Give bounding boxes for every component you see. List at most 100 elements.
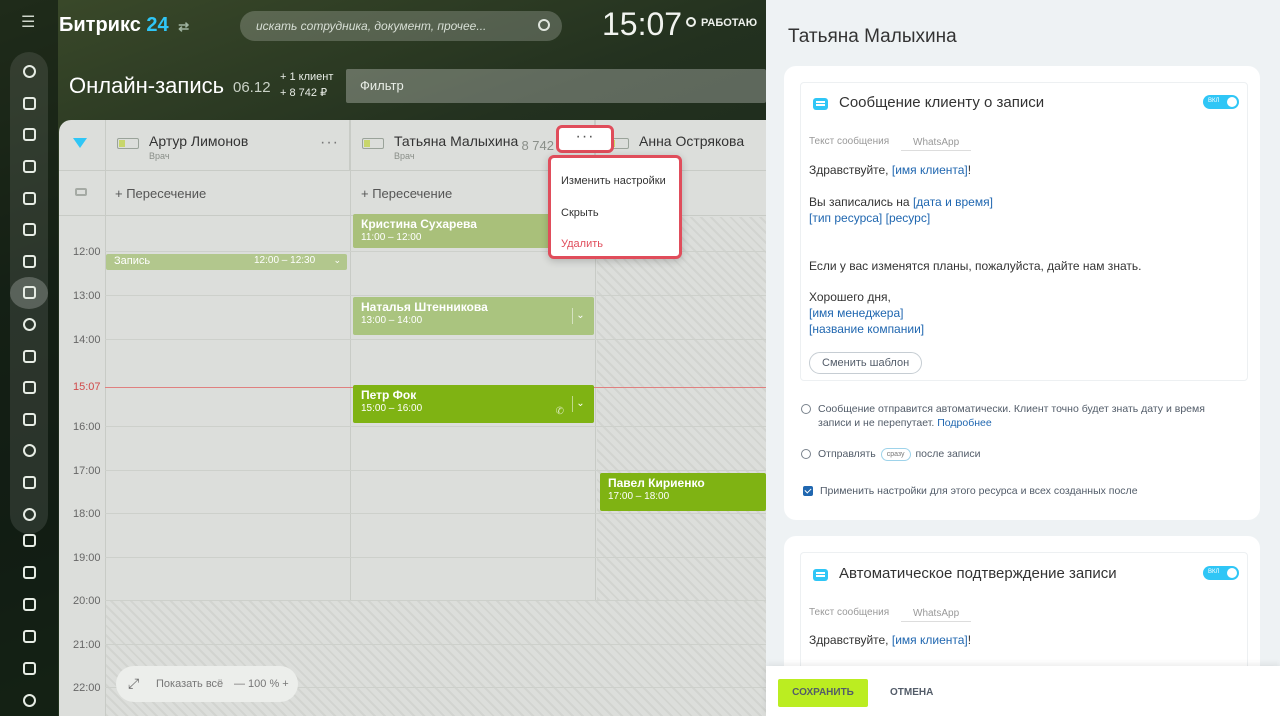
greeting-punct: !	[967, 163, 972, 177]
booking-event[interactable]: Наталья Штенникова 13:00 – 14:00 ⌄	[353, 297, 594, 335]
sidebar-drive-icon[interactable]	[10, 372, 48, 404]
booking-event[interactable]: Петр Фок 15:00 – 16:00 ✆ ⌄	[353, 385, 594, 423]
panel-title: Татьяна Малыхина	[788, 26, 957, 47]
save-button[interactable]: СОХРАНИТЬ	[778, 679, 868, 707]
settings-card: Сообщение клиенту о записи ВКЛ Текст соо…	[784, 66, 1260, 520]
sidebar-chat-icon[interactable]	[10, 182, 48, 214]
sidebar-contacts-icon[interactable]	[10, 88, 48, 120]
chevron-down-icon[interactable]: ⌄	[572, 308, 588, 324]
sidebar-check-icon[interactable]	[10, 525, 48, 557]
event-time: 13:00 – 14:00	[361, 315, 423, 326]
sidebar-cart-icon[interactable]	[10, 621, 48, 653]
message-line: [тип ресурса] [ресурс]	[809, 211, 930, 225]
phone-icon[interactable]: ✆	[556, 406, 564, 417]
menu-burger-icon[interactable]: ☰	[21, 15, 37, 31]
sidebar-calendar-icon[interactable]	[10, 246, 48, 278]
resource-column-header[interactable]: Артур Лимонов Врач ···	[105, 120, 350, 170]
logo-text: Битрикс	[59, 14, 141, 36]
resource-name: Татьяна Малыхина	[394, 133, 519, 149]
overlap-button[interactable]: + Пересечение	[115, 186, 206, 201]
cancel-button[interactable]: ОТМЕНА	[890, 679, 933, 707]
message-toggle[interactable]: ВКЛ	[1203, 95, 1239, 109]
more-icon[interactable]: ···	[320, 134, 339, 152]
event-client: Наталья Штенникова	[361, 300, 488, 314]
bitrix-logo[interactable]: Битрикс 24 ⇄	[59, 14, 189, 37]
message-line: Хорошего дня,	[809, 290, 891, 304]
greeting-text: Здравствуйте,	[809, 633, 889, 647]
placeholder-client-name[interactable]: [имя клиента]	[892, 163, 968, 177]
greeting-text: Здравствуйте,	[809, 163, 889, 177]
logo-number: 24	[146, 14, 169, 36]
zoom-control: ⤢ Показать всё — 100 % +	[116, 666, 298, 702]
card-heading: Автоматическое подтверждение записи	[839, 565, 1117, 582]
message-text-label: Текст сообщения	[809, 136, 890, 147]
channel-select[interactable]: WhatsApp	[901, 608, 972, 622]
menu-item-hide[interactable]: Скрыть	[561, 207, 599, 219]
overlap-button[interactable]: + Пересечение	[361, 186, 452, 201]
filter-input[interactable]: Фильтр	[346, 69, 766, 103]
booking-event[interactable]: Запись 12:00 – 12:30 ⌄	[106, 254, 347, 270]
placeholder-resource[interactable]: [ресурс]	[886, 211, 931, 225]
booked-text: Вы записались на	[809, 195, 910, 209]
chevron-down-icon[interactable]: ⌄	[333, 255, 341, 266]
chat-icon	[813, 98, 828, 110]
show-all-button[interactable]: Показать всё	[156, 666, 223, 702]
sidebar-feed-icon[interactable]	[10, 56, 48, 88]
resource-name: Анна Острякова	[639, 133, 745, 149]
menu-item-edit-settings[interactable]: Изменить настройки	[561, 175, 666, 187]
event-client: Павел Кириенко	[608, 476, 705, 490]
apply-checkbox[interactable]	[803, 486, 813, 496]
channel-select[interactable]: WhatsApp	[901, 137, 972, 151]
sidebar-tasks-icon[interactable]	[10, 151, 48, 183]
menu-item-delete[interactable]: Удалить	[561, 238, 603, 250]
send-suffix: после записи	[915, 448, 981, 460]
time-label: 17:00	[73, 465, 101, 477]
sidebar-filter-icon[interactable]	[10, 557, 48, 589]
sidebar-booking-icon[interactable]	[10, 277, 48, 309]
sidebar-sign-icon[interactable]	[10, 467, 48, 499]
placeholder-manager[interactable]: [имя менеджера]	[809, 306, 903, 320]
search-icon[interactable]	[538, 19, 550, 31]
sidebar-edit-icon[interactable]	[10, 214, 48, 246]
send-timing-chip[interactable]: сразу	[880, 448, 911, 461]
sidebar-users-icon[interactable]	[10, 435, 48, 467]
expand-icon[interactable]: ⤢	[128, 676, 139, 690]
placeholder-company[interactable]: [название компании]	[809, 322, 924, 336]
swap-icon: ⇄	[178, 19, 190, 34]
more-link[interactable]: Подробнее	[937, 417, 991, 429]
global-search-input[interactable]: искать сотрудника, документ, прочее...	[240, 11, 562, 41]
work-status-button[interactable]: РАБОТАЮ	[686, 17, 757, 29]
battery-icon	[117, 138, 139, 149]
sidebar-chart-icon[interactable]	[10, 653, 48, 685]
resource-menu-button[interactable]: ···	[556, 125, 614, 153]
placeholder-datetime[interactable]: [дата и время]	[913, 195, 993, 209]
placeholder-resource-type[interactable]: [тип ресурса]	[809, 211, 882, 225]
context-menu: Изменить настройки Скрыть Удалить	[548, 155, 682, 259]
hour-line	[105, 644, 766, 645]
message-line: Вы записались на [дата и время]	[809, 195, 993, 209]
sidebar-target-icon[interactable]	[10, 309, 48, 341]
left-sidebar: ☰	[0, 0, 58, 716]
chevron-down-icon[interactable]: ⌄	[572, 396, 588, 412]
event-time: 12:00 – 12:30	[254, 255, 316, 266]
resource-name: Артур Лимонов	[149, 133, 249, 149]
sidebar-icons	[10, 52, 48, 534]
sidebar-robot-icon[interactable]	[10, 685, 48, 716]
change-template-button[interactable]: Сменить шаблон	[809, 352, 923, 374]
confirmation-toggle[interactable]: ВКЛ	[1203, 566, 1239, 580]
sidebar-bank-icon[interactable]	[10, 589, 48, 621]
zoom-percent[interactable]: — 100 % +	[234, 666, 289, 702]
sidebar-mail-icon[interactable]	[10, 404, 48, 436]
hour-line	[105, 295, 766, 296]
booking-event[interactable]: Павел Кириенко 17:00 – 18:00	[600, 473, 766, 511]
sidebar-docs-icon[interactable]	[10, 340, 48, 372]
work-status-label: РАБОТАЮ	[701, 17, 758, 29]
info-icon	[801, 404, 811, 414]
funnel-icon[interactable]	[73, 138, 87, 148]
message-line: [название компании]	[809, 322, 924, 336]
placeholder-client-name[interactable]: [имя клиента]	[892, 633, 968, 647]
message-block: Сообщение клиенту о записи ВКЛ Текст соо…	[800, 82, 1248, 381]
time-label: 14:00	[73, 334, 101, 346]
battery-icon	[362, 138, 384, 149]
sidebar-video-icon[interactable]	[10, 119, 48, 151]
